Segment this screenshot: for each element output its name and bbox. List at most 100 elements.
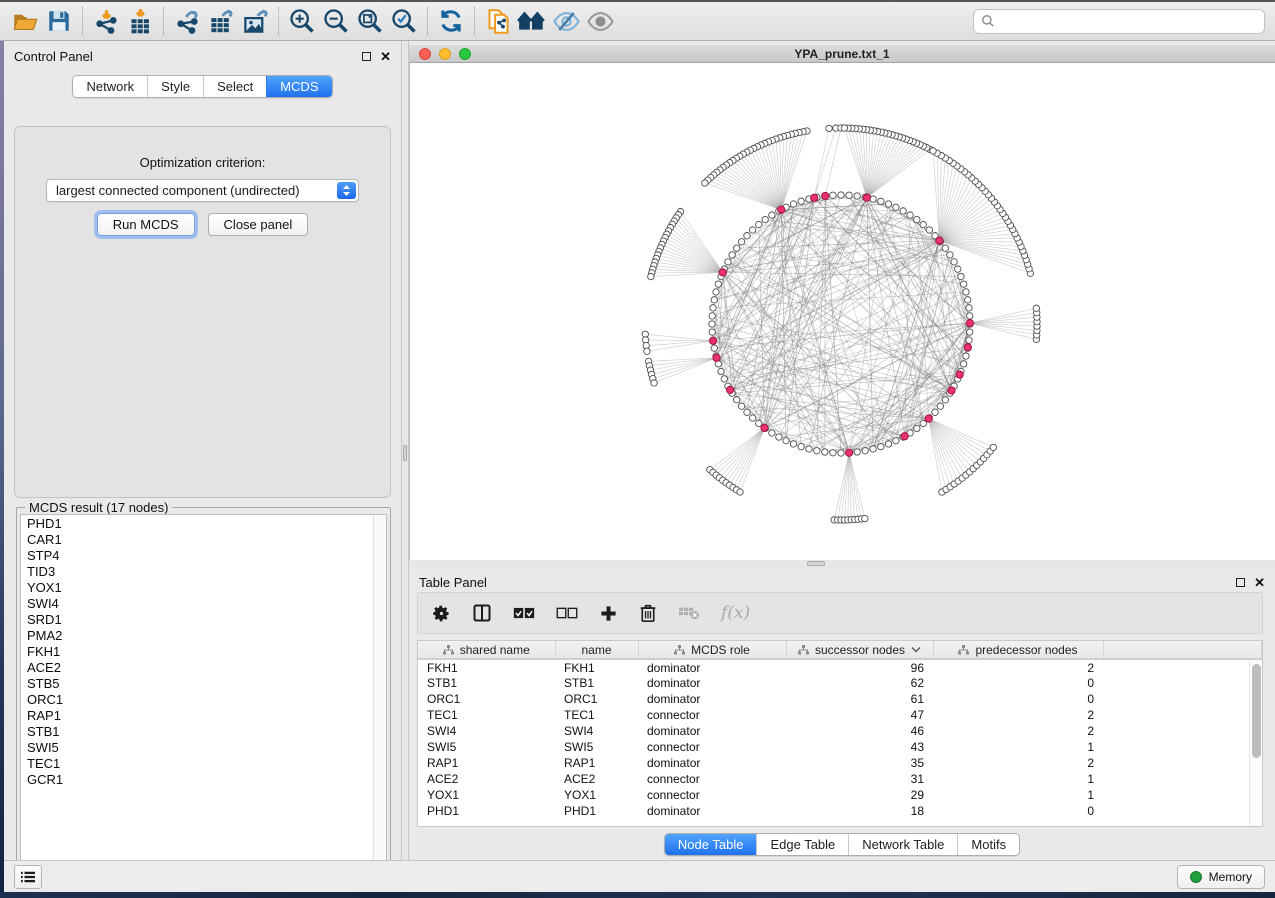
select-all-button[interactable]: [513, 606, 535, 620]
table-row[interactable]: YOX1YOX1connector291: [418, 787, 1262, 803]
clear-selection-button[interactable]: [556, 606, 578, 620]
mcds-node[interactable]: [710, 337, 717, 344]
mcds-result-item[interactable]: SWI4: [27, 596, 386, 612]
mcds-node[interactable]: [719, 269, 726, 276]
show-all-button[interactable]: [583, 5, 617, 37]
mcds-node[interactable]: [964, 344, 971, 351]
table-settings-button[interactable]: [432, 604, 451, 623]
mcds-result-item[interactable]: STP4: [27, 548, 386, 564]
mcds-node[interactable]: [822, 192, 829, 199]
mcds-result-item[interactable]: STB5: [27, 676, 386, 692]
mcds-result-item[interactable]: ACE2: [27, 660, 386, 676]
add-column-button[interactable]: [599, 604, 618, 623]
mcds-result-item[interactable]: CAR1: [27, 532, 386, 548]
mcds-list-scrollbar[interactable]: [373, 515, 386, 874]
column-header-shared-name[interactable]: shared name: [418, 641, 555, 659]
close-panel-icon[interactable]: ✕: [380, 52, 391, 61]
mcds-result-list[interactable]: PHD1CAR1STP4TID3YOX1SWI4SRD1PMA2FKH1ACE2…: [20, 514, 387, 875]
table-row[interactable]: ORC1ORC1dominator610: [418, 691, 1262, 707]
show-panels-button[interactable]: [14, 865, 42, 889]
tab-select[interactable]: Select: [203, 76, 266, 97]
function-builder-button[interactable]: f(x): [721, 603, 750, 623]
column-header-MCDS-role[interactable]: MCDS role: [638, 641, 786, 659]
import-table-button[interactable]: [123, 5, 157, 37]
mcds-result-item[interactable]: SWI5: [27, 740, 386, 756]
first-neighbors-button[interactable]: [515, 5, 549, 37]
mcds-result-item[interactable]: STB1: [27, 724, 386, 740]
mcds-node[interactable]: [846, 449, 853, 456]
refresh-button[interactable]: [434, 5, 468, 37]
scrollbar-thumb[interactable]: [1252, 664, 1261, 758]
mcds-node[interactable]: [948, 387, 955, 394]
close-panel-icon[interactable]: ✕: [1254, 578, 1265, 587]
mcds-node[interactable]: [966, 319, 973, 326]
tab-motifs[interactable]: Motifs: [957, 834, 1019, 855]
mcds-result-item[interactable]: PMA2: [27, 628, 386, 644]
mcds-node[interactable]: [863, 194, 870, 201]
export-image-button[interactable]: [238, 5, 272, 37]
table-row[interactable]: STB1STB1dominator620: [418, 675, 1262, 691]
table-row[interactable]: FKH1FKH1dominator962: [418, 659, 1262, 675]
column-header-name[interactable]: name: [555, 641, 638, 659]
mcds-node[interactable]: [713, 354, 720, 361]
memory-button[interactable]: Memory: [1177, 865, 1265, 889]
table-scrollbar[interactable]: [1249, 660, 1262, 826]
mcds-result-item[interactable]: PHD1: [27, 516, 386, 532]
column-header-successor-nodes[interactable]: successor nodes: [786, 641, 933, 659]
mcds-result-item[interactable]: FKH1: [27, 644, 386, 660]
zoom-in-button[interactable]: [285, 5, 319, 37]
hide-selected-button[interactable]: [549, 5, 583, 37]
table-row[interactable]: ACE2ACE2connector311: [418, 771, 1262, 787]
mcds-node[interactable]: [925, 415, 932, 422]
table-row[interactable]: TEC1TEC1connector472: [418, 707, 1262, 723]
criterion-select[interactable]: largest connected component (undirected): [46, 179, 359, 202]
mcds-result-item[interactable]: TEC1: [27, 756, 386, 772]
export-table-button[interactable]: [204, 5, 238, 37]
horizontal-splitter[interactable]: [409, 560, 1275, 568]
mcds-node[interactable]: [936, 237, 943, 244]
vertical-splitter[interactable]: [401, 41, 409, 860]
tab-mcds[interactable]: MCDS: [266, 76, 331, 97]
close-panel-button[interactable]: Close panel: [208, 213, 309, 236]
import-network-button[interactable]: [89, 5, 123, 37]
network-canvas[interactable]: [409, 63, 1275, 560]
search-box[interactable]: [973, 9, 1265, 34]
mcds-node[interactable]: [811, 194, 818, 201]
mcds-result-item[interactable]: GCR1: [27, 772, 386, 788]
save-button[interactable]: [42, 5, 76, 37]
duplicate-network-button[interactable]: [481, 5, 515, 37]
tab-style[interactable]: Style: [147, 76, 203, 97]
open-button[interactable]: [8, 5, 42, 37]
search-input[interactable]: [995, 14, 1257, 28]
column-header-predecessor-nodes[interactable]: predecessor nodes: [933, 641, 1103, 659]
mcds-result-item[interactable]: RAP1: [27, 708, 386, 724]
mcds-node[interactable]: [726, 386, 733, 393]
mcds-result-item[interactable]: ORC1: [27, 692, 386, 708]
mcds-node[interactable]: [901, 433, 908, 440]
export-network-button[interactable]: [170, 5, 204, 37]
table-row[interactable]: SWI4SWI4dominator462: [418, 723, 1262, 739]
mcds-result-item[interactable]: YOX1: [27, 580, 386, 596]
table-row[interactable]: PHD1PHD1dominator180: [418, 803, 1262, 819]
tab-node-table[interactable]: Node Table: [665, 834, 757, 855]
network-graph[interactable]: [410, 63, 1275, 560]
zoom-fit-button[interactable]: [353, 5, 387, 37]
zoom-selected-button[interactable]: [387, 5, 421, 37]
run-mcds-button[interactable]: Run MCDS: [97, 213, 195, 236]
tab-edge-table[interactable]: Edge Table: [756, 834, 848, 855]
mcds-node[interactable]: [956, 371, 963, 378]
tab-network-table[interactable]: Network Table: [848, 834, 957, 855]
mcds-result-item[interactable]: SRD1: [27, 612, 386, 628]
float-panel-icon[interactable]: [362, 52, 371, 61]
mcds-node[interactable]: [778, 206, 785, 213]
delete-column-button[interactable]: [639, 603, 657, 623]
float-panel-icon[interactable]: [1236, 578, 1245, 587]
show-columns-button[interactable]: [472, 603, 492, 623]
table-row[interactable]: SWI5SWI5connector431: [418, 739, 1262, 755]
splitter-handle[interactable]: [807, 561, 825, 566]
delete-table-button[interactable]: [678, 606, 700, 621]
splitter-handle[interactable]: [403, 445, 407, 461]
mcds-result-item[interactable]: TID3: [27, 564, 386, 580]
tab-network[interactable]: Network: [73, 76, 147, 97]
zoom-out-button[interactable]: [319, 5, 353, 37]
